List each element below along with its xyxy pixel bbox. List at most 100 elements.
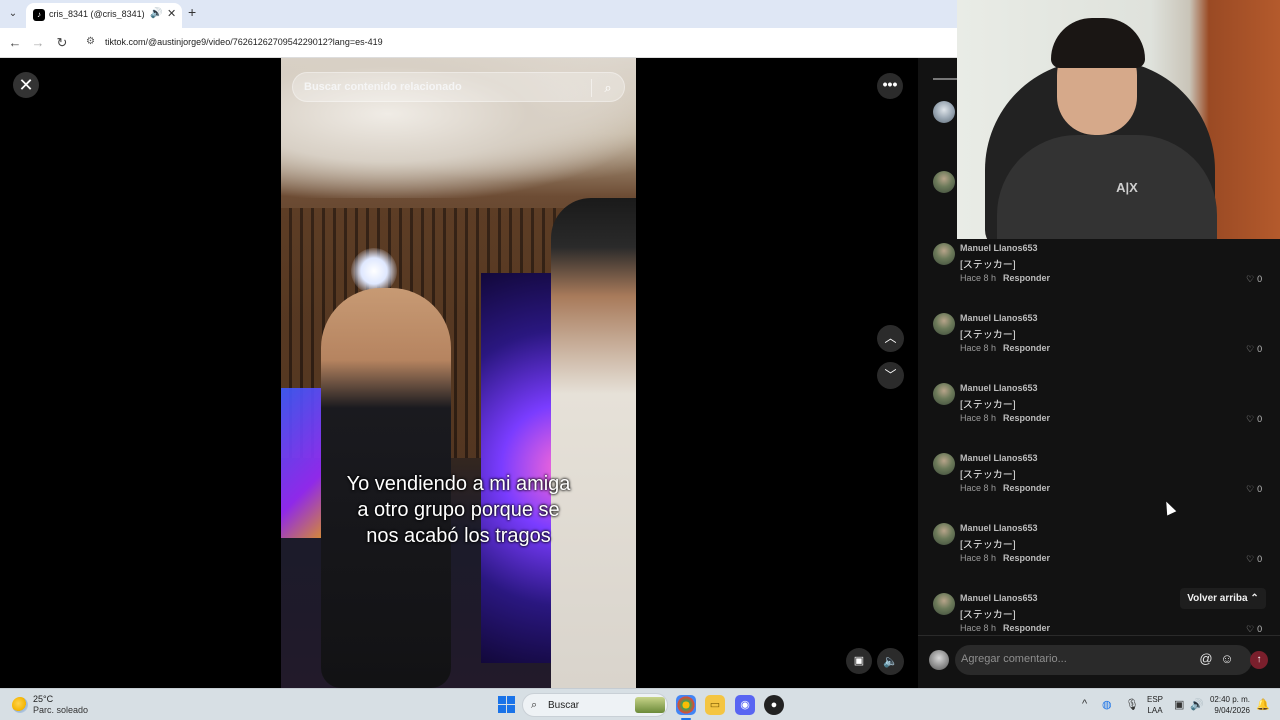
comment-item: Manuel Llanos653 [ステッカー] Hace 8 h Respon… [918, 313, 1280, 373]
comment-username[interactable]: Manuel Llanos653 [960, 313, 1038, 323]
reply-button[interactable]: Responder [1003, 273, 1050, 283]
taskbar-search[interactable]: ⌕ Buscar [522, 693, 668, 717]
heart-icon: ♡ [1246, 554, 1255, 564]
like-button[interactable]: ♡ 0 [1246, 344, 1262, 355]
tray-overflow-chevron-icon[interactable]: ^ [1082, 698, 1087, 710]
reply-button[interactable]: Responder [1003, 553, 1050, 563]
tray-app-icon[interactable]: ◍ [1102, 698, 1112, 711]
shirt-logo-icon: A|X [1116, 180, 1138, 195]
keyboard-layout: LAA [1147, 706, 1163, 715]
comment-time: Hace 8 h [960, 413, 997, 423]
screen: ⌄ ♪ cris_8341 (@cris_8341) | TikTok 🔊 ✕ … [0, 0, 1280, 720]
comment-time: Hace 8 h [960, 483, 997, 493]
forward-arrow-icon[interactable]: → [29, 34, 47, 52]
caption-line: Yo vendiendo a mi amiga [346, 473, 571, 495]
windows-taskbar: 25°C Parc. soleado ⌕ Buscar ▭ ◉ ● ^ ◍ 🎙 … [0, 688, 1280, 720]
comment-text: [ステッカー] [960, 540, 1016, 551]
address-bar[interactable]: ⚙ tiktok.com/@austinjorge9/video/7626126… [80, 32, 950, 54]
back-to-top-button[interactable]: Volver arriba ⌃ [1180, 588, 1266, 609]
picture-in-picture-icon[interactable]: ▣ [846, 648, 872, 674]
reply-button[interactable]: Responder [1003, 483, 1050, 493]
reload-icon[interactable]: ↻ [53, 34, 71, 52]
speaker-icon[interactable]: 🔊 [1190, 698, 1204, 711]
browser-toolbar: ← → ↻ ⚙ tiktok.com/@austinjorge9/video/7… [0, 28, 957, 58]
new-tab-plus-icon[interactable]: + [188, 4, 196, 20]
reply-button[interactable]: Responder [1003, 623, 1050, 633]
browser-tab-bar: ⌄ ♪ cris_8341 (@cris_8341) | TikTok 🔊 ✕ … [0, 0, 957, 28]
search-divider [591, 79, 592, 97]
search-icon[interactable]: ⌕ [599, 79, 617, 97]
taskbar-search-label: Buscar [548, 700, 580, 711]
heart-icon: ♡ [1246, 274, 1255, 284]
tab-list-chevron-icon[interactable]: ⌄ [4, 5, 22, 23]
avatar[interactable] [933, 313, 955, 335]
avatar[interactable] [933, 593, 955, 615]
like-button[interactable]: ♡ 0 [1246, 624, 1262, 635]
comment-input[interactable]: Agregar comentario... @ ☺ [955, 645, 1252, 675]
avatar[interactable] [933, 243, 955, 265]
clock-date: 9/04/2026 [1214, 706, 1250, 715]
tab-audio-icon[interactable]: 🔊 [150, 8, 162, 19]
comment-time: Hace 8 h [960, 343, 997, 353]
avatar[interactable] [933, 523, 955, 545]
reply-button[interactable]: Responder [1003, 343, 1050, 353]
mention-at-icon[interactable]: @ [1198, 651, 1214, 667]
url-text: tiktok.com/@austinjorge9/video/762612627… [105, 37, 383, 47]
related-search-input[interactable]: Buscar contenido relacionado ⌕ [292, 72, 625, 102]
chrome-app-icon[interactable] [676, 695, 696, 715]
tab-close-icon[interactable]: ✕ [167, 7, 176, 20]
comment-item: Manuel Llanos653 [ステッカー] Hace 8 h Respon… [918, 453, 1280, 513]
input-language[interactable]: ESP LAA [1143, 694, 1167, 716]
weather-temperature[interactable]: 25°C [33, 694, 53, 704]
weather-partly-sunny-icon[interactable] [12, 697, 28, 713]
back-arrow-icon[interactable]: ← [6, 34, 24, 52]
more-options-icon[interactable]: ••• [877, 73, 903, 99]
like-count: 0 [1257, 274, 1263, 284]
comment-text: [ステッカー] [960, 400, 1016, 411]
previous-video-chevron-up-icon[interactable]: ︿ [877, 325, 904, 352]
next-video-chevron-down-icon[interactable]: ﹀ [877, 362, 904, 389]
like-button[interactable]: ♡ 0 [1246, 414, 1262, 425]
browser-tab[interactable]: ♪ cris_8341 (@cris_8341) | TikTok 🔊 ✕ [26, 3, 182, 28]
comment-text: [ステッカー] [960, 610, 1016, 621]
caption-line: a otro grupo porque se [357, 499, 560, 521]
video-player[interactable]: Buscar contenido relacionado ⌕ Yo vendie… [281, 58, 636, 688]
comment-username[interactable]: Manuel Llanos653 [960, 453, 1038, 463]
notification-icon[interactable]: 🔔 [1256, 698, 1270, 711]
comment-username[interactable]: Manuel Llanos653 [960, 593, 1038, 603]
current-user-avatar [929, 650, 949, 670]
file-explorer-icon[interactable]: ▭ [705, 695, 725, 715]
windows-start-icon[interactable] [498, 696, 516, 714]
send-arrow-up-icon[interactable]: ↑ [1250, 651, 1268, 669]
like-button[interactable]: ♡ 0 [1246, 554, 1262, 565]
reply-button[interactable]: Responder [1003, 413, 1050, 423]
close-icon[interactable]: ✕ [13, 72, 39, 98]
avatar[interactable] [933, 171, 955, 193]
like-count: 0 [1257, 344, 1263, 354]
comment-text: [ステッカー] [960, 330, 1016, 341]
weather-description[interactable]: Parc. soleado [33, 705, 88, 715]
like-button[interactable]: ♡ 0 [1246, 274, 1262, 285]
like-button[interactable]: ♡ 0 [1246, 484, 1262, 495]
system-clock[interactable]: 02:40 p. m. 9/04/2026 [1206, 694, 1250, 716]
comment-item: Manuel Llanos653 [ステッカー] Hace 8 h Respon… [918, 383, 1280, 443]
volume-icon[interactable]: 🔈 [877, 648, 904, 675]
comment-username[interactable]: Manuel Llanos653 [960, 523, 1038, 533]
like-count: 0 [1257, 414, 1263, 424]
network-icon[interactable]: ▣ [1174, 698, 1184, 711]
comment-username[interactable]: Manuel Llanos653 [960, 383, 1038, 393]
heart-icon: ♡ [1246, 344, 1255, 354]
obs-app-icon[interactable]: ● [764, 695, 784, 715]
emoji-icon[interactable]: ☺ [1219, 651, 1235, 667]
heart-icon: ♡ [1246, 414, 1255, 424]
heart-icon: ♡ [1246, 624, 1255, 634]
site-info-icon[interactable]: ⚙ [86, 36, 95, 47]
microphone-icon[interactable]: 🎙 [1125, 698, 1139, 711]
avatar[interactable] [933, 383, 955, 405]
comment-username[interactable]: Manuel Llanos653 [960, 243, 1038, 253]
avatar[interactable] [933, 453, 955, 475]
discord-app-icon[interactable]: ◉ [735, 695, 755, 715]
related-search-placeholder: Buscar contenido relacionado [304, 81, 462, 93]
back-to-top-label: Volver arriba [1187, 593, 1248, 604]
avatar[interactable] [933, 101, 955, 123]
